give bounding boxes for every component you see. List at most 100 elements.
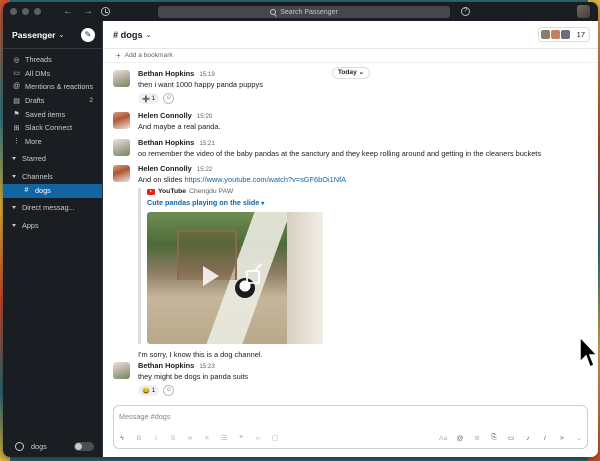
microphone-icon[interactable]: ♪ xyxy=(524,435,532,442)
slash-icon[interactable]: / xyxy=(541,435,549,442)
add-reaction-icon[interactable]: ☺ xyxy=(163,93,175,104)
send-icon[interactable]: ➤ xyxy=(558,434,566,442)
reaction-pill[interactable]: 😂 1 xyxy=(138,385,160,396)
headphones-icon[interactable] xyxy=(15,441,24,451)
user-avatar[interactable] xyxy=(577,5,590,18)
bulleted-list-icon[interactable]: ☰ xyxy=(220,434,228,442)
author-name[interactable]: Bethan Hopkins xyxy=(138,361,194,370)
message[interactable]: Helen Connolly 15:22 And on slides https… xyxy=(113,164,588,359)
drafts-count-badge: 2 xyxy=(89,97,93,105)
channel-title[interactable]: # dogs xyxy=(113,30,143,40)
code-icon[interactable]: ‹› xyxy=(254,435,262,442)
italic-icon[interactable]: I xyxy=(152,435,160,442)
author-name[interactable]: Helen Connolly xyxy=(138,164,192,173)
sidebar-item-drafts[interactable]: ▤ Drafts 2 xyxy=(3,94,102,108)
link-icon[interactable]: ∞ xyxy=(186,435,194,442)
close-window-button[interactable] xyxy=(10,8,17,15)
section-channels[interactable]: Channels xyxy=(3,168,102,184)
open-external-icon[interactable] xyxy=(246,270,260,284)
sidebar-item-saved[interactable]: ⚑ Saved items xyxy=(3,107,102,121)
author-avatar[interactable] xyxy=(113,70,130,87)
reaction-count: 1 xyxy=(151,95,156,102)
youtube-link[interactable]: https://www.youtube.com/watch?v=sGF6bOi1… xyxy=(184,175,346,184)
section-starred[interactable]: Starred xyxy=(3,150,102,166)
code-block-icon[interactable]: ▢ xyxy=(271,434,279,442)
history-nav: ← → xyxy=(63,6,93,17)
unfurl-channel[interactable]: Chengdu PAW xyxy=(189,188,233,195)
sidebar-item-label: Threads xyxy=(25,55,52,65)
sidebar-nav: ◎ Threads ▭ All DMs @ Mentions & reactio… xyxy=(3,49,102,234)
message-time[interactable]: 15:19 xyxy=(199,71,214,78)
author-name[interactable]: Bethan Hopkins xyxy=(138,138,194,147)
title-bar: ← → Search Passenger ? xyxy=(3,2,598,21)
video-thumbnail[interactable] xyxy=(147,212,323,344)
mention-icon[interactable]: @ xyxy=(456,435,464,442)
reaction-count: 1 xyxy=(151,387,156,394)
attach-icon[interactable]: ⎘ xyxy=(490,434,498,442)
member-list-button[interactable]: 17 xyxy=(537,27,590,42)
message-text: oo remember the video of the baby pandas… xyxy=(138,149,542,158)
reactions: ➕ 1 ☺ xyxy=(138,93,588,104)
shortcuts-icon[interactable]: ϟ xyxy=(118,435,126,442)
author-name[interactable]: Bethan Hopkins xyxy=(138,69,194,78)
section-label: Starred xyxy=(22,153,46,163)
plus-icon[interactable]: + xyxy=(116,51,121,60)
sidebar-item-label: Drafts xyxy=(25,96,45,106)
add-bookmark-link[interactable]: Add a bookmark xyxy=(125,52,173,59)
back-arrow-icon[interactable]: ← xyxy=(63,6,73,17)
message[interactable]: Helen Connolly 15:20 And maybe a real pa… xyxy=(113,111,588,131)
add-reaction-icon[interactable]: ☺ xyxy=(163,385,175,396)
workspace-header[interactable]: Passenger ⌄ ✎ xyxy=(3,21,102,49)
message-time[interactable]: 15:23 xyxy=(199,363,214,370)
search-bar[interactable]: Search Passenger xyxy=(158,6,450,18)
author-name[interactable]: Helen Connolly xyxy=(138,111,192,120)
message-time[interactable]: 15:20 xyxy=(197,113,212,120)
message-time[interactable]: 15:21 xyxy=(199,140,214,147)
message-input[interactable] xyxy=(114,406,587,426)
section-direct-messages[interactable]: Direct messag... xyxy=(3,200,102,216)
at-icon: @ xyxy=(12,83,21,91)
emoji-icon[interactable]: ☺ xyxy=(473,435,481,442)
laughing-emoji-icon: 😂 xyxy=(142,387,150,395)
formatting-toggle[interactable]: Aa xyxy=(439,435,447,442)
composer-toolbar: ϟ B I S ∞ ≡ ☰ ❝ ‹› ▢ Aa @ ☺ ⎘ ▭ ♪ / ➤ ⌄ xyxy=(118,432,583,444)
workspace-name[interactable]: Passenger xyxy=(12,30,55,40)
unfurl-title[interactable]: Cute pandas playing on the slide ▾ xyxy=(147,198,588,207)
link-unfurl: YouTube Chengdu PAW Cute pandas playing … xyxy=(138,188,588,344)
strikethrough-icon[interactable]: S xyxy=(169,435,177,442)
sidebar-item-threads[interactable]: ◎ Threads xyxy=(3,53,102,67)
author-avatar[interactable] xyxy=(113,112,130,129)
sidebar-channel-dogs[interactable]: # dogs xyxy=(3,184,102,198)
section-label: Apps xyxy=(22,221,39,231)
sidebar-item-all-dms[interactable]: ▭ All DMs xyxy=(3,67,102,81)
member-count: 17 xyxy=(576,30,585,39)
maximize-window-button[interactable] xyxy=(34,8,41,15)
minimize-window-button[interactable] xyxy=(22,8,29,15)
video-icon[interactable]: ▭ xyxy=(507,434,515,442)
sidebar-item-slack-connect[interactable]: ⊞ Slack Connect xyxy=(3,121,102,135)
play-icon[interactable] xyxy=(203,266,219,286)
history-icon[interactable] xyxy=(101,7,110,16)
message[interactable]: Bethan Hopkins 15:21 oo remember the vid… xyxy=(113,138,588,158)
member-avatar xyxy=(540,30,550,39)
help-icon[interactable]: ? xyxy=(461,7,470,16)
sidebar-item-mentions[interactable]: @ Mentions & reactions xyxy=(3,80,102,94)
message[interactable]: Bethan Hopkins 15:23 they might be dogs … xyxy=(113,361,588,396)
sidebar-item-more[interactable]: ⋮ More xyxy=(3,135,102,149)
blockquote-icon[interactable]: ❝ xyxy=(237,434,245,442)
author-avatar[interactable] xyxy=(113,362,130,379)
message-time[interactable]: 15:22 xyxy=(197,166,212,173)
message[interactable]: Bethan Hopkins 15:19 then i want 1000 ha… xyxy=(113,69,588,104)
huddle-toggle[interactable] xyxy=(74,442,94,451)
author-avatar[interactable] xyxy=(113,139,130,156)
section-apps[interactable]: Apps xyxy=(3,218,102,234)
bold-icon[interactable]: B xyxy=(135,435,143,442)
forward-arrow-icon[interactable]: → xyxy=(83,6,93,17)
compose-button[interactable]: ✎ xyxy=(81,28,95,42)
ordered-list-icon[interactable]: ≡ xyxy=(203,435,211,442)
send-options-icon[interactable]: ⌄ xyxy=(575,434,583,442)
reaction-pill[interactable]: ➕ 1 xyxy=(138,93,160,104)
chevron-down-icon[interactable]: ⌄ xyxy=(146,31,152,39)
author-avatar[interactable] xyxy=(113,165,130,182)
caret-down-icon[interactable]: ▾ xyxy=(261,201,264,207)
